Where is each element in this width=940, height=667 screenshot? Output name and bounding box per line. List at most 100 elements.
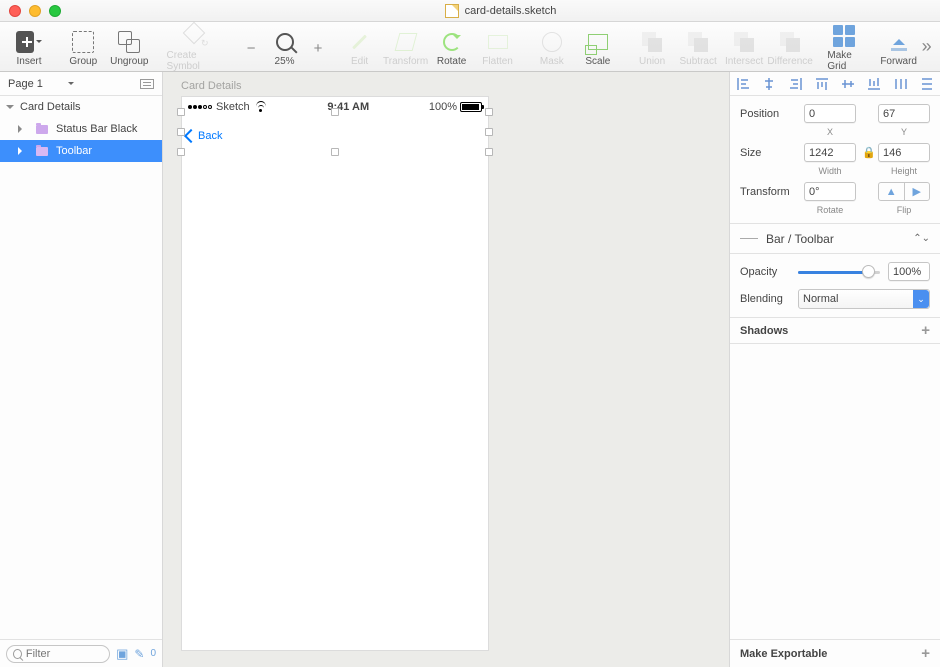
lock-aspect-icon[interactable]: 🔒 — [862, 146, 872, 159]
blending-dropdown[interactable]: Normal ⌄ — [798, 289, 930, 309]
transform-label: Transform — [383, 56, 428, 67]
rotate-button[interactable]: Rotate — [429, 27, 475, 67]
layer-list[interactable]: Card Details Status Bar Black Toolbar — [0, 96, 162, 639]
align-top-button[interactable] — [809, 72, 835, 95]
pos-x-input[interactable] — [804, 104, 856, 123]
forward-button[interactable]: Forward — [876, 27, 922, 67]
chevron-left-icon — [184, 129, 198, 143]
folder-icon — [36, 125, 48, 134]
difference-button: Difference — [767, 27, 813, 67]
symbol-selector[interactable]: Bar / Toolbar ⌃⌄ — [730, 224, 940, 254]
disclosure-triangle-icon[interactable] — [18, 147, 26, 155]
artboard[interactable]: Sketch 9:41 AM 100% Back — [181, 96, 489, 651]
page-selector[interactable]: Page 1 — [0, 72, 162, 96]
updown-chevron-icon: ⌃⌄ — [913, 233, 930, 244]
artboard-name: Card Details — [20, 101, 81, 113]
width-input[interactable] — [804, 143, 856, 162]
zoom-window-button[interactable] — [49, 5, 61, 17]
visibility-toggle-icon[interactable]: ▣ — [116, 646, 128, 662]
shadows-section-header[interactable]: Shadows + — [730, 318, 940, 344]
zoom-button[interactable]: 25% — [262, 27, 308, 67]
slice-icon[interactable]: ✎ — [134, 647, 144, 661]
signal-icon — [188, 105, 212, 109]
artboard-row[interactable]: Card Details — [0, 96, 162, 118]
transform-icon — [394, 33, 417, 51]
flip-buttons: ▲ ▶ — [878, 182, 930, 201]
layer-row-toolbar[interactable]: Toolbar — [0, 140, 162, 162]
zoom-out-button[interactable]: − — [241, 40, 262, 57]
align-left-button[interactable] — [730, 72, 756, 95]
layers-panel: Page 1 Card Details Status Bar Black Too… — [0, 72, 163, 667]
mask-button: Mask — [529, 27, 575, 67]
minimize-window-button[interactable] — [29, 5, 41, 17]
subtract-icon — [688, 32, 708, 52]
rotate-sublabel: Rotate — [804, 205, 856, 215]
align-hcenter-button[interactable] — [756, 72, 782, 95]
disclosure-triangle-icon[interactable] — [6, 105, 14, 113]
align-vcenter-button[interactable] — [835, 72, 861, 95]
add-shadow-button[interactable]: + — [921, 322, 930, 339]
subtract-button: Subtract — [675, 27, 721, 67]
align-right-button[interactable] — [783, 72, 809, 95]
line-icon — [740, 238, 758, 239]
make-exportable-header[interactable]: Make Exportable + — [730, 639, 940, 667]
battery-icon — [460, 102, 482, 112]
back-button[interactable]: Back — [186, 130, 222, 142]
forward-label: Forward — [880, 56, 917, 67]
scale-label: Scale — [585, 56, 610, 67]
blending-label: Blending — [740, 293, 790, 305]
chevron-down-icon — [68, 82, 74, 88]
window-filename: card-details.sketch — [465, 5, 557, 17]
union-label: Union — [639, 56, 665, 67]
layer-filter[interactable] — [6, 645, 110, 663]
pos-y-input[interactable] — [878, 104, 930, 123]
geometry-panel: Position XY Size 🔒 WidthHeight Transform… — [730, 96, 940, 224]
canvas[interactable]: Card Details Sketch 9:41 AM 100% Back — [163, 72, 729, 667]
filter-input[interactable] — [26, 648, 103, 660]
edit-label: Edit — [351, 56, 368, 67]
group-button[interactable]: Group — [60, 27, 106, 67]
edit-button: Edit — [337, 27, 383, 67]
plus-icon — [16, 31, 34, 53]
disclosure-triangle-icon[interactable] — [18, 125, 26, 133]
search-icon — [13, 649, 22, 659]
forward-icon — [888, 33, 910, 51]
add-export-button[interactable]: + — [921, 645, 930, 662]
height-input[interactable] — [878, 143, 930, 162]
blending-value: Normal — [803, 293, 838, 305]
opacity-input[interactable] — [888, 262, 930, 281]
close-window-button[interactable] — [9, 5, 21, 17]
artboard-label[interactable]: Card Details — [181, 80, 242, 92]
flip-h-button[interactable]: ▲ — [879, 183, 904, 200]
group-label: Group — [69, 56, 97, 67]
scale-button[interactable]: Scale — [575, 27, 621, 67]
zoom-in-button[interactable]: + — [308, 40, 329, 57]
opacity-slider[interactable] — [798, 265, 880, 279]
insert-button[interactable]: Insert — [6, 27, 52, 67]
window-titlebar: card-details.sketch — [0, 0, 940, 22]
rulers-icon[interactable] — [140, 79, 154, 89]
dropdown-arrow-icon: ⌄ — [913, 290, 929, 308]
layer-name: Status Bar Black — [56, 123, 137, 135]
ungroup-button[interactable]: Ungroup — [106, 27, 152, 67]
toolbar-overflow-button[interactable]: » — [922, 36, 934, 57]
layer-row-statusbar[interactable]: Status Bar Black — [0, 118, 162, 140]
align-bottom-button[interactable] — [861, 72, 887, 95]
position-label: Position — [740, 108, 798, 120]
sidebar-footer: ▣ ✎ 0 — [0, 639, 162, 667]
distribute-v-button[interactable] — [914, 72, 940, 95]
main-toolbar: Insert Group Ungroup Create Symbol − 25%… — [0, 22, 940, 72]
carrier-label: Sketch — [216, 101, 250, 113]
rotate-input[interactable] — [804, 182, 856, 201]
inspector-panel: Position XY Size 🔒 WidthHeight Transform… — [729, 72, 940, 667]
opacity-label: Opacity — [740, 266, 790, 278]
ios-statusbar: Sketch 9:41 AM 100% — [182, 97, 488, 117]
difference-icon — [780, 32, 800, 52]
make-grid-button[interactable]: Make Grid — [821, 21, 867, 72]
slice-count: 0 — [150, 648, 156, 659]
flatten-button: Flatten — [475, 27, 521, 67]
flip-v-button[interactable]: ▶ — [904, 183, 930, 200]
distribute-h-button[interactable] — [888, 72, 914, 95]
height-sublabel: Height — [878, 166, 930, 176]
ungroup-icon — [118, 31, 140, 53]
